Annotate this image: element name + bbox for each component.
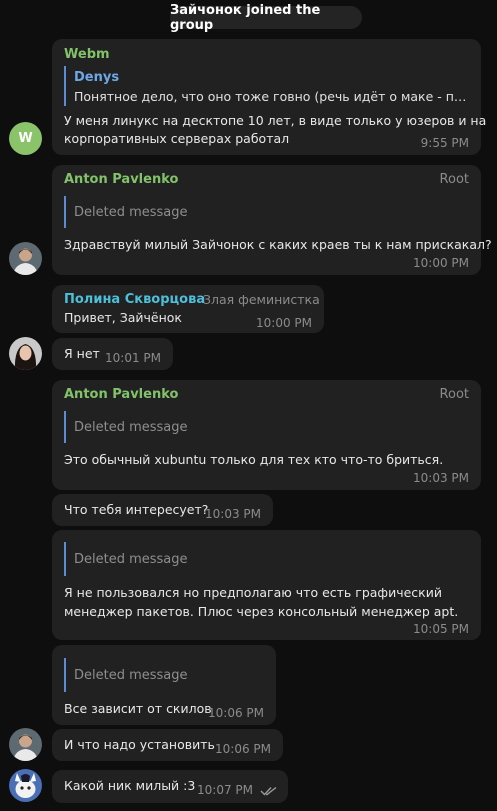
reply-text: Deleted message xyxy=(74,552,188,567)
reply-text: Deleted message xyxy=(74,420,188,435)
reply-author: Denys xyxy=(74,70,120,85)
message-time: 10:07 PM xyxy=(197,783,253,797)
message-bubble[interactable]: Я нет 10:01 PM xyxy=(52,338,173,370)
message-text: И что надо установить xyxy=(64,737,215,752)
reply-quote[interactable]: Deleted message xyxy=(64,542,471,576)
author-name[interactable]: Webm xyxy=(64,47,110,62)
message-text-line: У меня линукс на десктопе 10 лет, в виде… xyxy=(64,113,487,128)
reply-text: Понятное дело, что оно тоже говно (речь … xyxy=(74,89,470,104)
message-time: 10:03 PM xyxy=(413,471,469,485)
avatar[interactable] xyxy=(9,337,42,370)
message-time: 9:55 PM xyxy=(420,136,469,150)
reply-text: Deleted message xyxy=(74,205,188,220)
author-name[interactable]: Anton Pavlenko xyxy=(64,387,178,402)
double-check-icon xyxy=(260,782,278,801)
message-time: 10:01 PM xyxy=(105,351,161,365)
message-text-line: менеджер пакетов. Плюс через консольный … xyxy=(64,604,459,619)
avatar[interactable] xyxy=(9,769,42,802)
author-role: Root xyxy=(439,387,469,402)
message-text: Все зависит от скилов xyxy=(64,701,212,716)
message-time: 10:00 PM xyxy=(413,256,469,270)
avatar[interactable] xyxy=(9,242,42,275)
service-message: Зайчонок joined the group xyxy=(170,3,362,33)
message-time: 10:06 PM xyxy=(208,706,264,720)
reply-quote[interactable]: Deleted message xyxy=(64,411,471,443)
message-text-line: корпоративных серверах работал xyxy=(64,131,290,146)
message-bubble[interactable]: Что тебя интересует? 10:03 PM xyxy=(52,494,273,526)
avatar[interactable] xyxy=(9,728,42,761)
message-time: 10:06 PM xyxy=(215,742,271,756)
message-bubble[interactable]: И что надо установить 10:06 PM xyxy=(52,729,283,761)
message-bubble[interactable]: Полина Скворцова Злая феминистка Привет,… xyxy=(52,285,324,333)
message-text: Это обычный xubuntu только для тех кто ч… xyxy=(64,452,444,467)
message-time: 10:03 PM xyxy=(205,507,261,521)
author-name[interactable]: Полина Скворцова xyxy=(64,292,205,307)
message-bubble[interactable]: Deleted message Все зависит от скилов 10… xyxy=(52,645,276,725)
message-text: Привет, Зайчёнок xyxy=(64,310,182,325)
author-role: Root xyxy=(439,172,469,187)
message-bubble[interactable]: Anton Pavlenko Root Deleted message Это … xyxy=(52,380,481,490)
message-text: Что тебя интересует? xyxy=(64,502,209,517)
author-role: Злая феминистка xyxy=(203,292,320,307)
avatar[interactable]: W xyxy=(9,122,42,155)
message-bubble[interactable]: Webm Denys Понятное дело, что оно тоже г… xyxy=(52,39,486,155)
message-bubble[interactable]: Какой ник милый :3 10:07 PM xyxy=(52,770,288,803)
message-bubble[interactable]: Deleted message Я не пользовался но пред… xyxy=(52,530,481,640)
message-bubble[interactable]: Anton Pavlenko Root Deleted message Здра… xyxy=(52,165,492,275)
message-text: Здравствуй милый Зайчонок с каких краев … xyxy=(64,237,492,252)
message-time: 10:00 PM xyxy=(256,316,312,330)
author-name[interactable]: Anton Pavlenko xyxy=(64,172,178,187)
message-time: 10:05 PM xyxy=(413,622,469,636)
message-text: Какой ник милый :3 xyxy=(64,778,196,793)
reply-text: Deleted message xyxy=(74,668,188,683)
reply-quote[interactable]: Deleted message xyxy=(64,658,266,692)
message-text-line: Я не пользовался но предполагаю что есть… xyxy=(64,585,442,600)
reply-quote[interactable]: Denys Понятное дело, что оно тоже говно … xyxy=(64,66,471,106)
message-text: Я нет xyxy=(64,346,100,361)
reply-quote[interactable]: Deleted message xyxy=(64,196,471,228)
